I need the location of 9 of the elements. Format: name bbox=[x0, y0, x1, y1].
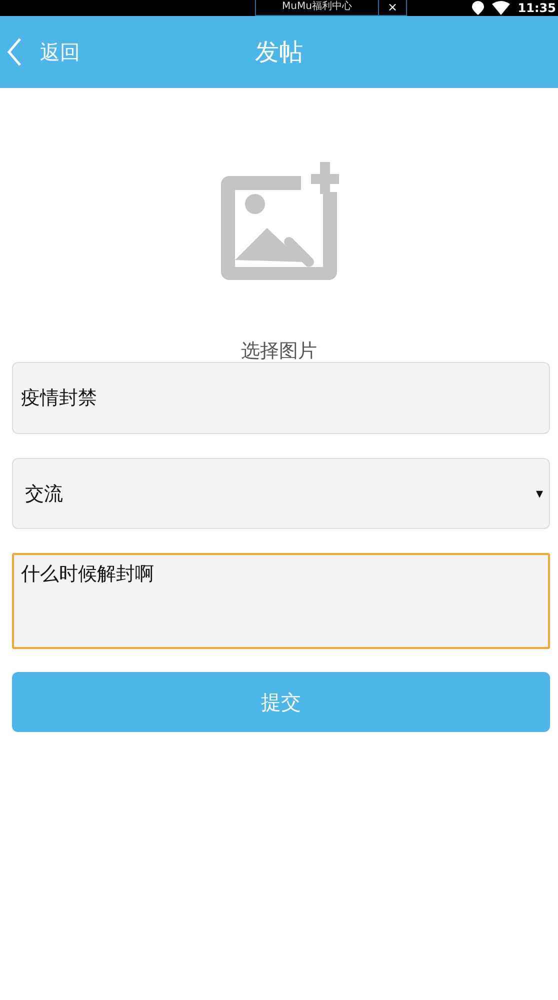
clock-time: 11:35 bbox=[518, 1, 556, 15]
category-select[interactable]: 交流 ▾ bbox=[12, 458, 550, 529]
content-textarea[interactable]: 什么时候解封啊 bbox=[12, 553, 550, 649]
location-icon bbox=[472, 1, 484, 15]
choose-image-label[interactable]: 选择图片 bbox=[241, 340, 317, 362]
back-icon[interactable] bbox=[6, 37, 22, 67]
page-title: 发帖 bbox=[255, 37, 303, 68]
title-input[interactable]: 疫情封禁 bbox=[12, 362, 550, 434]
wifi-icon bbox=[492, 1, 510, 15]
